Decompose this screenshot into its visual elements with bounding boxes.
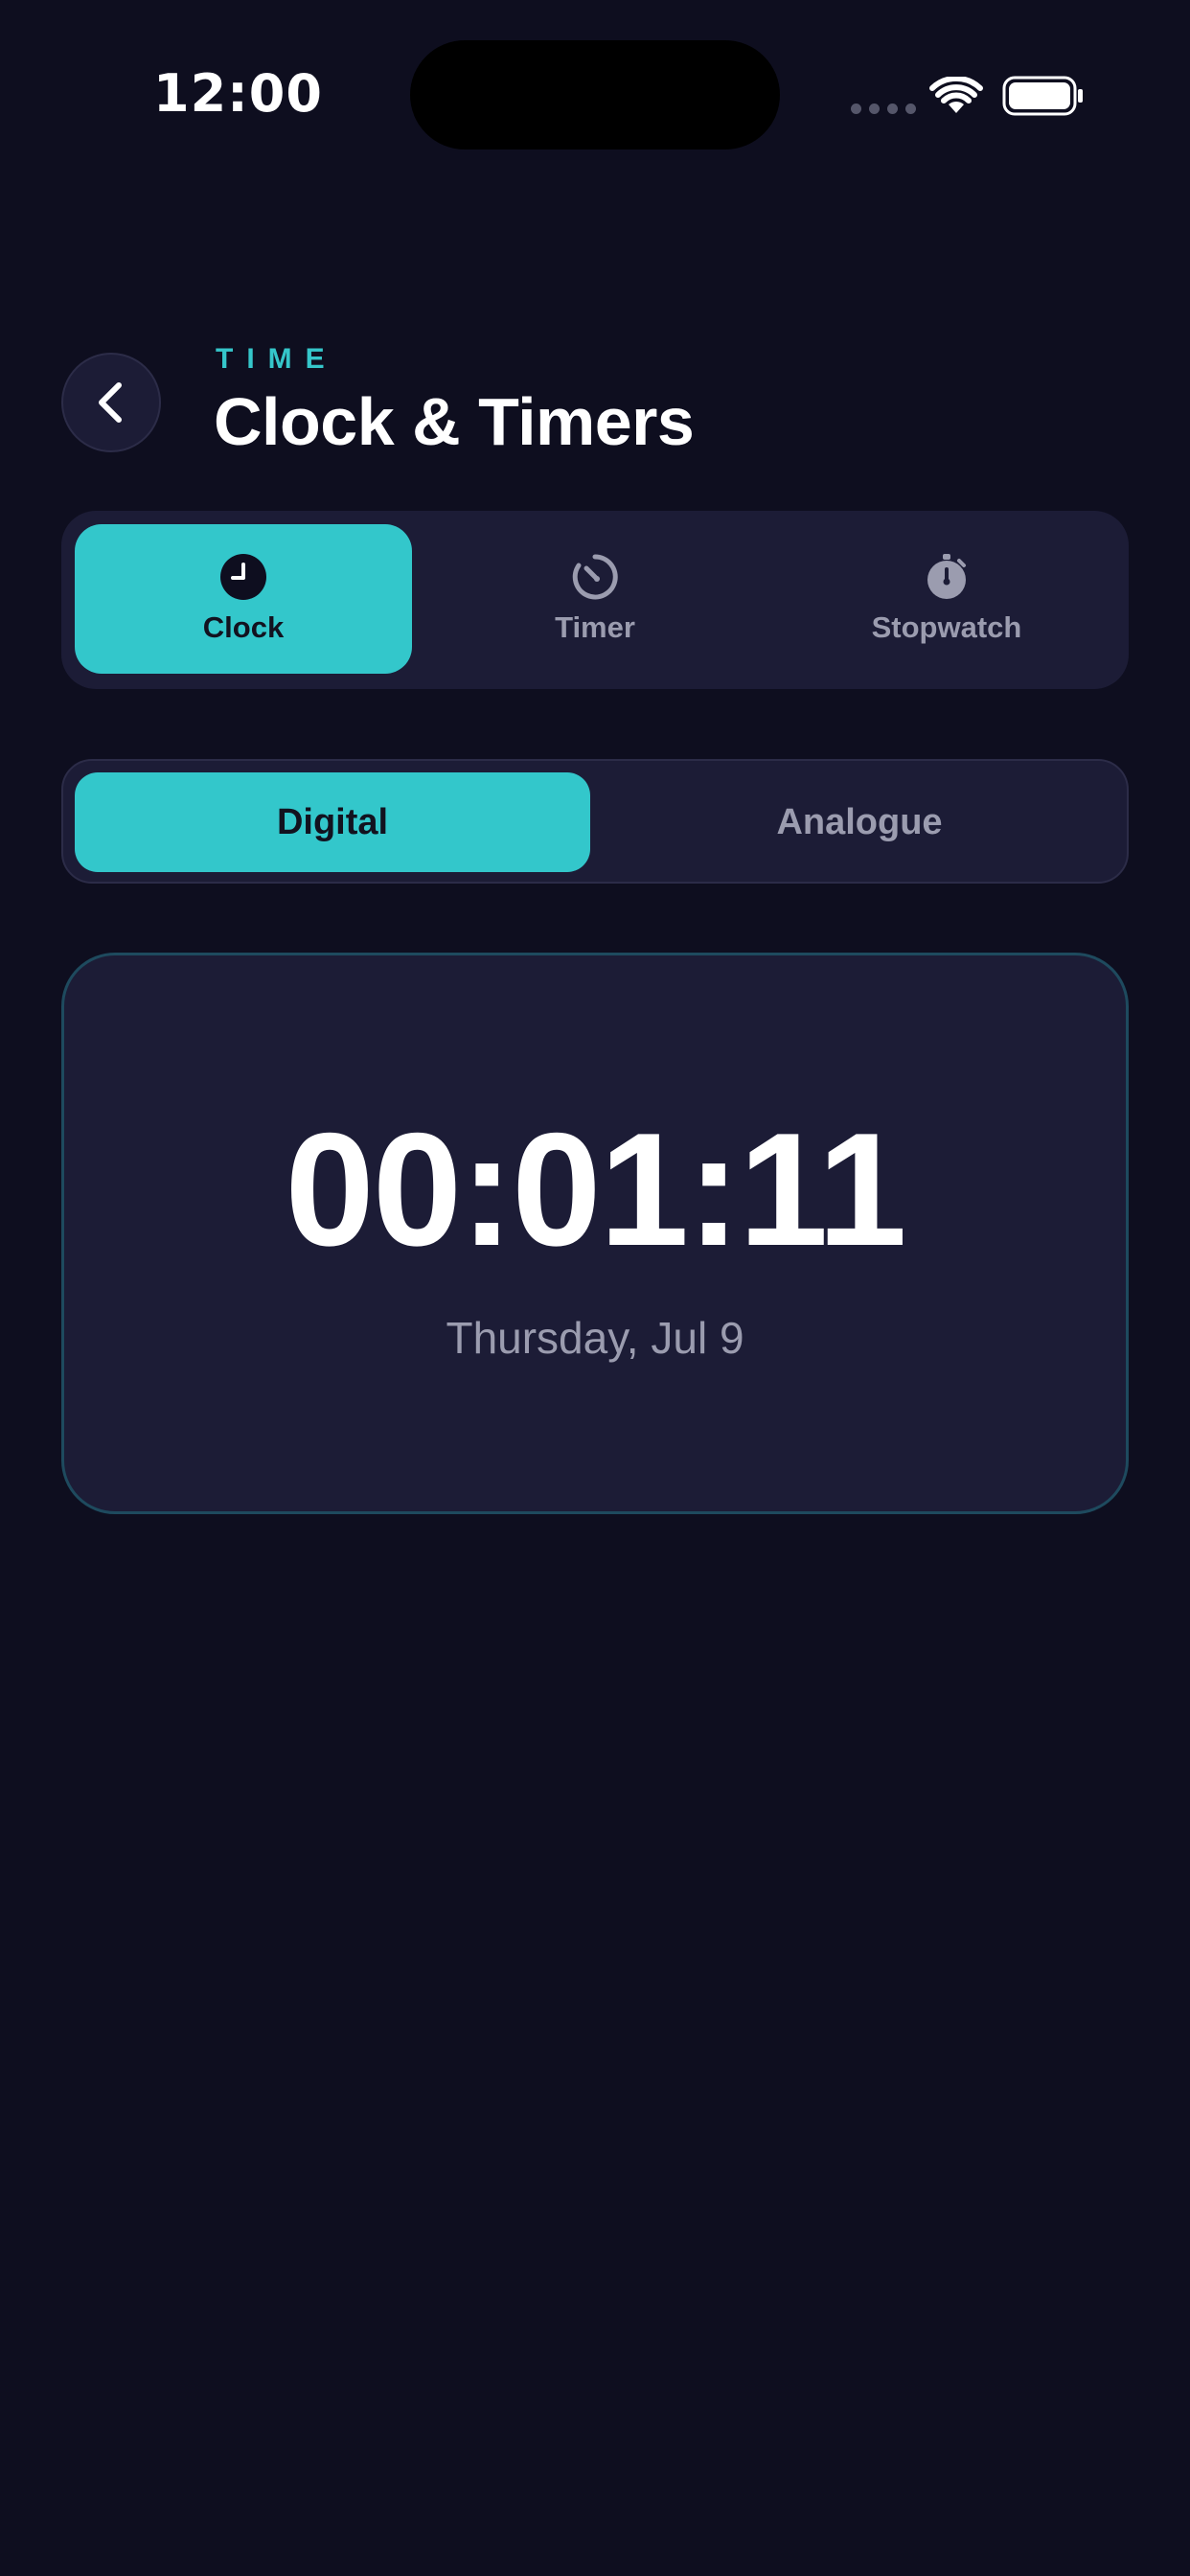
tab-stopwatch-label: Stopwatch <box>871 610 1022 644</box>
back-button-circle[interactable] <box>61 353 161 452</box>
section-eyebrow: TIME <box>216 343 338 375</box>
clock-icon <box>220 554 266 600</box>
clock-date-display: Thursday, Jul 9 <box>446 1313 744 1363</box>
wifi-icon <box>929 77 983 113</box>
tab-clock[interactable]: Clock <box>75 524 412 674</box>
tab-timer[interactable]: Timer <box>426 524 764 674</box>
tab-stopwatch[interactable]: Stopwatch <box>778 524 1115 674</box>
page-title: Clock & Timers <box>214 384 695 459</box>
view-option-analogue[interactable]: Analogue <box>602 772 1117 872</box>
clock-time-display: 00:01:11 <box>285 1099 906 1279</box>
clock-view-toggle: Digital Analogue <box>61 759 1129 884</box>
back-button[interactable] <box>61 353 207 452</box>
digital-clock-card: 00:01:11 Thursday, Jul 9 <box>61 953 1129 1514</box>
view-option-digital[interactable]: Digital <box>75 772 590 872</box>
chevron-left-icon <box>99 382 122 423</box>
battery-icon <box>1002 76 1083 116</box>
timer-icon <box>572 554 618 600</box>
tab-timer-label: Timer <box>555 610 635 644</box>
dynamic-island <box>410 40 780 150</box>
cellular-signal-icon <box>851 104 916 114</box>
mode-tabs: Clock Timer Stopwatch <box>61 511 1129 689</box>
tab-clock-label: Clock <box>202 610 285 644</box>
status-bar-time: 12:00 <box>153 63 323 124</box>
stopwatch-icon <box>927 554 966 599</box>
